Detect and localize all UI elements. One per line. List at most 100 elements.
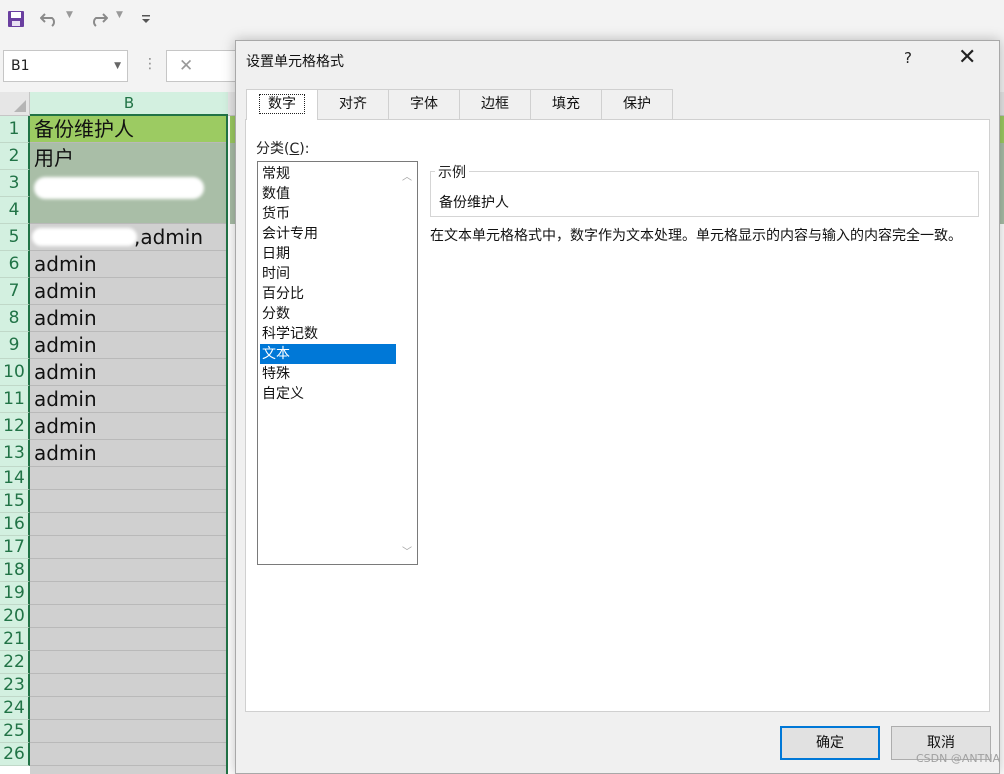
- row-header[interactable]: 17: [0, 536, 30, 559]
- row-header[interactable]: 4: [0, 197, 30, 224]
- scroll-up-icon[interactable]: ︿: [402, 168, 412, 183]
- row-header[interactable]: 21: [0, 628, 30, 651]
- cell-b5[interactable]: ,admin: [30, 224, 226, 251]
- category-item[interactable]: 会计专用: [260, 224, 396, 244]
- select-all-corner[interactable]: [0, 92, 30, 116]
- row-header[interactable]: 23: [0, 674, 30, 697]
- category-item[interactable]: 科学记数: [260, 324, 396, 344]
- row-header[interactable]: 13: [0, 440, 30, 467]
- undo-icon[interactable]: [38, 8, 62, 30]
- cell-b11[interactable]: admin: [30, 386, 226, 413]
- category-label: 分类(C):: [256, 138, 309, 158]
- row-header[interactable]: 11: [0, 386, 30, 413]
- cell-b12[interactable]: admin: [30, 413, 226, 440]
- row-header[interactable]: 8: [0, 305, 30, 332]
- row-header[interactable]: 6: [0, 251, 30, 278]
- tab-label: 数字: [259, 94, 305, 114]
- empty-cell[interactable]: [30, 582, 226, 605]
- number-tab-panel: 分类(C): 常规 数值 货币 会计专用 日期 时间 百分比 分数 科学记数 文本 特殊 自定义 ︿ …: [245, 119, 990, 712]
- category-item[interactable]: 数值: [260, 184, 396, 204]
- category-item[interactable]: 分数: [260, 304, 396, 324]
- redo-icon[interactable]: [86, 8, 110, 30]
- empty-cell[interactable]: [30, 467, 226, 490]
- cell-b8[interactable]: admin: [30, 305, 226, 332]
- row-header[interactable]: 20: [0, 605, 30, 628]
- chevron-down-icon[interactable]: ▼: [114, 51, 121, 81]
- empty-cell[interactable]: [30, 697, 226, 720]
- category-item[interactable]: 百分比: [260, 284, 396, 304]
- category-list[interactable]: 常规 数值 货币 会计专用 日期 时间 百分比 分数 科学记数 文本 特殊 自定义 ︿ ﹀: [257, 161, 418, 565]
- tab-font[interactable]: 字体: [388, 89, 460, 119]
- customize-toolbar-icon[interactable]: [138, 8, 154, 30]
- empty-cell[interactable]: [30, 651, 226, 674]
- category-item[interactable]: 货币: [260, 204, 396, 224]
- empty-cell[interactable]: [30, 559, 226, 582]
- cell-b5-text: ,admin: [134, 225, 204, 249]
- row-header[interactable]: 9: [0, 332, 30, 359]
- scroll-down-icon[interactable]: ﹀: [402, 543, 412, 558]
- cell-b9[interactable]: admin: [30, 332, 226, 359]
- row-header[interactable]: 22: [0, 651, 30, 674]
- sample-legend: 示例: [435, 162, 469, 182]
- empty-cell[interactable]: [30, 720, 226, 743]
- empty-cell[interactable]: [30, 628, 226, 651]
- column-header-b[interactable]: B: [30, 92, 228, 116]
- cell-b13[interactable]: admin: [30, 440, 226, 467]
- row-header[interactable]: 14: [0, 467, 30, 490]
- tab-fill[interactable]: 填充: [530, 89, 602, 119]
- category-item[interactable]: 日期: [260, 244, 396, 264]
- watermark: CSDN @ANTNA: [916, 752, 1001, 765]
- cancel-x-icon: ✕: [179, 56, 194, 76]
- row-header[interactable]: 15: [0, 490, 30, 513]
- row-header[interactable]: 3: [0, 170, 30, 197]
- row-header[interactable]: 10: [0, 359, 30, 386]
- row-header[interactable]: 7: [0, 278, 30, 305]
- row-header[interactable]: 2: [0, 143, 30, 170]
- help-icon[interactable]: ?: [904, 49, 912, 67]
- row-header[interactable]: 26: [0, 743, 30, 766]
- row-header[interactable]: 24: [0, 697, 30, 720]
- category-item[interactable]: 文本: [260, 344, 396, 364]
- formula-bar-grip-icon: ⋮: [143, 56, 157, 72]
- name-box[interactable]: B1 ▼: [3, 50, 128, 82]
- tab-alignment[interactable]: 对齐: [317, 89, 389, 119]
- tab-number[interactable]: 数字: [246, 89, 318, 120]
- row-header[interactable]: 25: [0, 720, 30, 743]
- cell-b10[interactable]: admin: [30, 359, 226, 386]
- cell-b2-merged[interactable]: 用户: [30, 143, 226, 224]
- empty-cell[interactable]: [30, 674, 226, 697]
- category-item[interactable]: 自定义: [260, 384, 396, 404]
- empty-cell[interactable]: [30, 605, 226, 628]
- cell-b7[interactable]: admin: [30, 278, 226, 305]
- ok-button[interactable]: 确定: [780, 726, 880, 760]
- row-header[interactable]: 18: [0, 559, 30, 582]
- empty-cell[interactable]: [30, 513, 226, 536]
- empty-cell[interactable]: [30, 536, 226, 559]
- row-header[interactable]: 5: [0, 224, 30, 251]
- category-item[interactable]: 特殊: [260, 364, 396, 384]
- row-header[interactable]: 1: [0, 116, 30, 143]
- row-header[interactable]: 12: [0, 413, 30, 440]
- row-header[interactable]: 19: [0, 582, 30, 605]
- category-scrollbar[interactable]: ︿ ﹀: [397, 162, 417, 564]
- category-label-accesskey: C: [289, 141, 300, 157]
- empty-cell[interactable]: [30, 490, 226, 513]
- tab-border[interactable]: 边框: [459, 89, 531, 119]
- undo-dropdown-icon[interactable]: ▼: [66, 10, 73, 20]
- name-box-value: B1: [11, 58, 30, 74]
- save-icon[interactable]: [4, 8, 28, 30]
- category-item[interactable]: 常规: [260, 164, 396, 184]
- format-description: 在文本单元格格式中，数字作为文本处理。单元格显示的内容与输入的内容完全一致。: [430, 228, 962, 244]
- redo-dropdown-icon[interactable]: ▼: [116, 10, 123, 20]
- dialog-tabs: 数字 对齐 字体 边框 填充 保护: [246, 89, 673, 120]
- formula-cancel-button[interactable]: ✕: [166, 50, 236, 82]
- cell-b1[interactable]: 备份维护人: [30, 116, 226, 143]
- format-cells-dialog: 设置单元格格式 ? ✕ 数字 对齐 字体 边框 填充 保护 分类(C): 常规数…: [235, 40, 1000, 774]
- cell-b6[interactable]: admin: [30, 251, 226, 278]
- empty-cell[interactable]: [30, 743, 226, 766]
- row-header[interactable]: 16: [0, 513, 30, 536]
- sample-group: 示例 备份维护人: [430, 162, 979, 217]
- tab-protection[interactable]: 保护: [601, 89, 673, 119]
- close-icon[interactable]: ✕: [958, 47, 976, 69]
- category-item[interactable]: 时间: [260, 264, 396, 284]
